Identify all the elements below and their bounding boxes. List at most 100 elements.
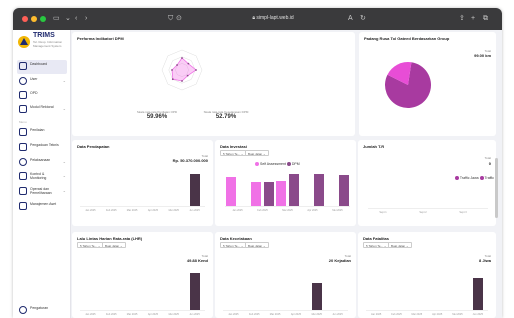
- radar-point[interactable]: [171, 78, 174, 81]
- reader-label: A: [348, 15, 353, 22]
- chart-legend: Self Assessment DPM: [255, 162, 300, 167]
- chart-bar[interactable]: [189, 174, 200, 206]
- sidebar-section-label: Menu: [19, 120, 27, 124]
- radar-point[interactable]: [181, 80, 183, 82]
- settings-icon: [19, 306, 27, 314]
- tabs-icon[interactable]: ⧉: [483, 14, 488, 23]
- close-window-button[interactable]: [22, 16, 28, 22]
- sidebar-item-label: Kontrol & Monitoring: [30, 172, 47, 180]
- road-filter-select[interactable]: Buat Jalan ⌄: [245, 242, 269, 248]
- shield-icon[interactable]: ⛉: [168, 14, 173, 23]
- card-title: Data Kecelakaan: [220, 236, 252, 241]
- chart-bar[interactable]: [251, 182, 261, 206]
- radar-point[interactable]: [187, 62, 190, 65]
- radar-series-area[interactable]: [171, 57, 197, 82]
- total-value: 0: [488, 161, 491, 166]
- maximize-window-button[interactable]: [40, 16, 46, 22]
- app-subtitle: Tel. Resp. Information Management System: [33, 40, 63, 48]
- total-value: 99.00 km: [474, 53, 491, 58]
- chevron-down-icon: ⌄: [62, 173, 66, 178]
- road-filter-select[interactable]: Buat Jalan ⌄: [102, 242, 126, 248]
- sidebar-item-pengaduan-teknis[interactable]: Pengaduan Teknis: [17, 141, 67, 155]
- monitor-icon: [19, 172, 27, 180]
- x-tick-label: Feb 2025: [248, 313, 260, 316]
- back-icon[interactable]: ‹: [75, 14, 77, 23]
- sidebar-item-pengaturan[interactable]: Pengaturan: [17, 304, 67, 318]
- minimize-window-button[interactable]: [31, 16, 37, 22]
- total-value: Rp. 50.370.000.000: [172, 158, 208, 163]
- sidebar-item-user[interactable]: User ⌄: [17, 75, 67, 89]
- x-tick-label: Feb 2025: [257, 209, 268, 212]
- x-tick-label: Jan 2025: [371, 313, 382, 316]
- x-tick-label: Mei 2025: [311, 313, 322, 316]
- chart-legend: Traffic Jawa Traffic: [455, 176, 494, 181]
- radar-point[interactable]: [176, 64, 178, 66]
- x-tick-label: Mar 2025: [282, 209, 293, 212]
- road-filter-select[interactable]: Buat Jalan ⌄: [388, 242, 412, 248]
- card-title: Data Fatalitas: [363, 236, 390, 241]
- x-tick-label: Mar 2025: [411, 313, 423, 316]
- sidebar-item-operasi-pemeliharaan[interactable]: Operasi dan Pemeliharaan ⌄: [17, 185, 67, 199]
- chart-bar[interactable]: [264, 182, 274, 206]
- x-tick-label: Jun 2025: [472, 313, 483, 316]
- x-tick-label: Jun 2025: [189, 313, 200, 316]
- radar-chart: [161, 49, 203, 91]
- radar-point[interactable]: [195, 69, 197, 71]
- chart-bar[interactable]: [339, 175, 349, 206]
- chart-bar[interactable]: [472, 278, 483, 310]
- total-value: 8 Jiwa: [478, 258, 491, 263]
- card-title: Jumlah T.R: [363, 144, 385, 149]
- filter-value: 5 Tahun Te...: [223, 152, 241, 156]
- building-icon: [19, 91, 27, 99]
- jumlah-card: Jumlah T.R Total 0 Traffic Jawa Traffic …: [358, 140, 496, 226]
- forward-icon[interactable]: ›: [85, 14, 87, 23]
- sidebar-item-penilaian[interactable]: Penilaian: [17, 126, 67, 140]
- chevron-down-icon[interactable]: ⌄: [65, 14, 71, 23]
- sidebar-item-kontrol-monitoring[interactable]: Kontrol & Monitoring ⌄: [17, 170, 67, 184]
- address-bar[interactable]: 🔒︎ simpl-lapt.web.id: [233, 15, 313, 21]
- reload-icon[interactable]: ↻: [360, 14, 366, 23]
- page-scrollbar[interactable]: [495, 158, 498, 218]
- browser-toolbar: ▭ ⌄ ‹ › ⛉ ⊙ 🔒︎ simpl-lapt.web.id A ↻ ⇪ +…: [13, 8, 502, 30]
- radar-point[interactable]: [181, 57, 183, 59]
- investasi-card: Data Investasi 5 Tahun Te... ⌄ Buat Jala…: [215, 140, 356, 226]
- x-tick-label: Apr 2025: [147, 209, 158, 212]
- x-tick-label: Mar 2025: [126, 313, 138, 316]
- legend-swatch: [286, 162, 291, 167]
- year-filter-select[interactable]: 5 Tahun Te... ⌄: [220, 242, 247, 248]
- chart-bar[interactable]: [289, 173, 299, 206]
- chart-bar[interactable]: [314, 173, 324, 206]
- filter-value: 5 Tahun Te...: [80, 244, 98, 248]
- sidebar-item-manajemen-aset[interactable]: Manajemen Aset: [17, 200, 67, 214]
- kecelakaan-card: Data Kecelakaan 5 Tahun Te... ⌄ Buat Jal…: [215, 232, 356, 318]
- sidebar-item-modul-rektoral[interactable]: Modul Rektoral ⌄: [17, 103, 67, 117]
- radar-point[interactable]: [171, 69, 173, 71]
- year-filter-select[interactable]: 5 Tahun Te... ⌄: [220, 150, 247, 156]
- dashboard-icon: [19, 62, 27, 70]
- x-tick-label: Apr 2025: [307, 209, 318, 212]
- translate-icon[interactable]: A: [348, 14, 353, 23]
- legend-label: Self Assessment: [259, 162, 286, 166]
- year-filter-select[interactable]: 5 Tahun Te... ⌄: [77, 242, 104, 248]
- database-icon: [19, 105, 27, 113]
- extensions-icon[interactable]: ⊙: [176, 14, 182, 23]
- x-tick-label: Apr 2025: [432, 313, 443, 316]
- chart-baseline: [223, 310, 348, 311]
- chart-bar[interactable]: [311, 282, 322, 310]
- radar-point[interactable]: [186, 74, 189, 77]
- sidebar-item-opd[interactable]: OPD: [17, 89, 67, 103]
- new-tab-icon[interactable]: +: [471, 14, 475, 23]
- sidebar-item-label: Manajemen Aset: [30, 202, 57, 206]
- sidebar-item-pelaksanaan[interactable]: Pelaksanaan ⌄: [17, 156, 67, 170]
- x-tick-label: Feb 2025: [391, 313, 402, 316]
- road-filter-select[interactable]: Buat Jalan ⌄: [245, 150, 269, 156]
- sidebar-toggle-icon[interactable]: ▭: [53, 14, 60, 23]
- sidebar-item-dashboard[interactable]: Dashboard: [17, 60, 67, 74]
- chart-bar[interactable]: [189, 273, 200, 310]
- filter-value: Buat Jalan: [248, 244, 263, 248]
- sidebar-item-label: Penilaian: [30, 128, 45, 132]
- year-filter-select[interactable]: 5 Tahun Te... ⌄: [363, 242, 390, 248]
- share-icon[interactable]: ⇪: [459, 14, 465, 23]
- chart-bar[interactable]: [226, 177, 236, 206]
- chart-bar[interactable]: [276, 180, 286, 206]
